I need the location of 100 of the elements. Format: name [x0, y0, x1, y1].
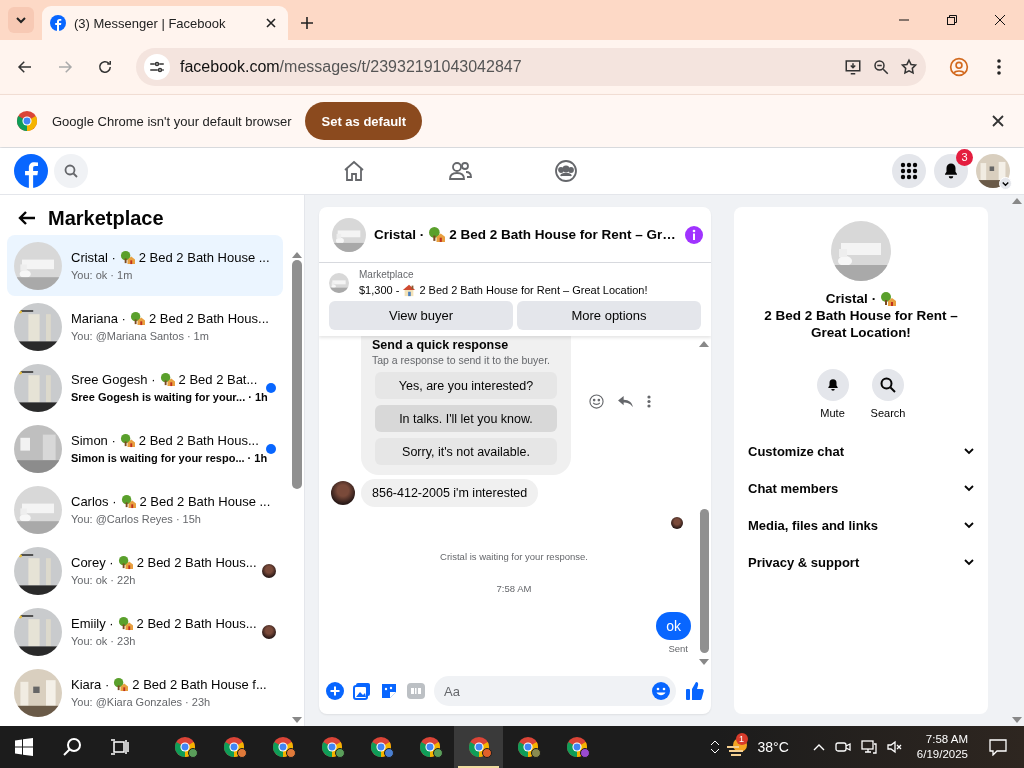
scrollbar-thumb[interactable] — [699, 509, 709, 653]
message-timestamp: 7:58 AM — [495, 583, 533, 594]
unread-dot — [266, 443, 276, 454]
listing-title: 2 Bed 2 Bath House for Rent – Great Location! — [419, 284, 648, 296]
scroll-down-button[interactable] — [1012, 717, 1022, 724]
message-time: · 23h — [110, 635, 136, 647]
conversation-item[interactable]: Carlos · 2 Bed 2 Bath House ... You: @Carlos Reyes · 15h — [7, 479, 283, 540]
panel-title: Marketplace — [48, 206, 164, 230]
scroll-up-button[interactable] — [1012, 197, 1022, 204]
home-icon — [342, 159, 366, 183]
clock[interactable]: 7:58 AM 6/19/2025 — [916, 732, 968, 762]
listing-title: 2 Bed 2 Bath House for Rent – Great Location! — [763, 307, 959, 341]
quick-response-button[interactable]: Yes, are you interested? — [375, 372, 557, 399]
action-button[interactable]: More options — [517, 301, 701, 330]
scroll-down-button[interactable] — [699, 659, 709, 666]
menu-button[interactable] — [892, 154, 926, 188]
message-bubble: ok — [656, 612, 691, 640]
smiley-icon — [589, 394, 604, 409]
chevron-up-icon[interactable] — [812, 743, 825, 751]
message-field[interactable]: Aa — [434, 676, 676, 706]
tab-search-button[interactable] — [8, 7, 34, 33]
windows-icon — [15, 738, 33, 756]
chevron-icon — [964, 522, 974, 529]
close-icon — [992, 115, 1004, 127]
section-header[interactable]: Customize chat — [748, 433, 974, 470]
message-preview: You: ok — [71, 269, 108, 281]
close-icon — [266, 18, 276, 28]
tree-house-icon — [428, 226, 446, 243]
reply-icon — [618, 395, 633, 408]
message-preview: You: @Carlos Reyes — [71, 513, 173, 525]
scroll-up-button[interactable] — [699, 340, 709, 347]
tree-house-icon — [119, 433, 135, 448]
people-icon — [448, 159, 472, 183]
reply-button[interactable] — [618, 395, 633, 408]
section-header[interactable]: Privacy & support — [748, 544, 974, 581]
account-button[interactable] — [976, 154, 1010, 188]
sticker-button[interactable] — [380, 682, 398, 700]
back-button[interactable] — [18, 210, 36, 226]
conversation-item[interactable]: Simon · 2 Bed 2 Bath Hous... Simon is waiting for your respo... · 1h — [7, 418, 283, 479]
message-preview: You: @Mariana Santos — [71, 330, 184, 342]
browser-tab[interactable]: (3) Messenger | Facebook — [42, 6, 288, 40]
restore-icon — [946, 14, 958, 26]
bell-icon — [942, 162, 960, 180]
clock-date: 6/19/2025 — [916, 747, 968, 762]
listing-title: 2 Bed 2 Bath House ... — [138, 250, 270, 265]
seen-avatar — [671, 517, 683, 529]
listing-title: 2 Bed 2 Bath Hous... — [136, 555, 257, 570]
conversation-item[interactable]: Corey · 2 Bed 2 Bath Hous... You: ok · 22h — [7, 540, 283, 601]
muted-speaker-icon[interactable] — [886, 740, 903, 754]
conversation-item[interactable]: Emiily · 2 Bed 2 Bath Hous... You: ok · 23h — [7, 601, 283, 662]
scroll-down-button[interactable] — [292, 717, 302, 724]
emoji-button[interactable] — [652, 682, 670, 700]
quick-response-button[interactable]: Sorry, it's not available. — [375, 438, 557, 465]
message-time: · 1m — [110, 269, 133, 281]
photo-button[interactable] — [353, 682, 371, 700]
scroll-up-icon[interactable] — [710, 740, 719, 745]
scroll-up-button[interactable] — [292, 251, 302, 258]
search-button[interactable] — [872, 369, 904, 401]
react-button[interactable] — [589, 394, 604, 409]
conversation-item[interactable]: Cristal · 2 Bed 2 Bath House ... You: ok · 1m — [7, 235, 283, 296]
address-bar[interactable]: facebook.com/messages/t/23932191043042847 — [136, 48, 926, 86]
mute-button[interactable] — [816, 369, 849, 401]
more-button[interactable] — [647, 395, 651, 408]
clock-time: 7:58 AM — [925, 732, 968, 747]
add-button[interactable] — [326, 682, 344, 700]
tree-house-icon — [159, 372, 175, 387]
action-button[interactable]: View buyer — [329, 301, 513, 330]
conversation-item[interactable]: Mariana · 2 Bed 2 Bath Hous... You: @Mariana Santos · 1m — [7, 296, 283, 357]
camera-icon[interactable] — [834, 740, 851, 754]
scroll-down-icon[interactable] — [710, 749, 719, 754]
conversation-item[interactable]: Sree Gogesh · 2 Bed 2 Bat... Sree Gogesh is waiting for your... · 1h — [7, 357, 283, 418]
facebook-logo[interactable] — [14, 154, 48, 188]
info-button[interactable] — [683, 224, 704, 245]
scrollbar-thumb[interactable] — [292, 260, 302, 489]
plus-icon — [326, 682, 344, 700]
forward-arrow-icon — [56, 58, 74, 76]
message-time: · 1h — [248, 391, 268, 403]
section-header[interactable]: Media, files and links — [748, 507, 974, 544]
card-title: Send a quick response — [372, 338, 510, 352]
image-icon — [353, 682, 371, 700]
caret-icon — [15, 14, 27, 26]
set-default-button[interactable]: Set as default — [305, 102, 422, 140]
message-time: · 1h — [247, 452, 268, 464]
network-icon[interactable] — [860, 740, 877, 754]
conversation-title: 2 Bed 2 Bath House for Rent – Gr… — [449, 227, 676, 242]
speech-bubble-icon — [989, 738, 1007, 756]
close-icon — [994, 14, 1006, 26]
tree-house-icon — [120, 494, 136, 509]
quick-response-button[interactable]: In talks. I'll let you know. — [375, 405, 557, 432]
section-header[interactable]: Chat members — [748, 470, 974, 507]
plus-icon — [300, 16, 314, 30]
grid-icon — [900, 162, 918, 180]
taskbar-app[interactable] — [454, 726, 503, 768]
url-text: facebook.com/messages/t/23932191043042847 — [180, 58, 523, 76]
like-button[interactable] — [685, 681, 705, 701]
conversation-item[interactable]: Kiara · 2 Bed 2 Bath House f... You: @Kiara Gonzales · 23h — [7, 662, 283, 723]
tree-house-icon — [113, 677, 129, 692]
weather-badge: 1 — [735, 733, 748, 745]
notifications-button[interactable] — [934, 154, 968, 188]
message-time: · 15h — [175, 513, 201, 525]
